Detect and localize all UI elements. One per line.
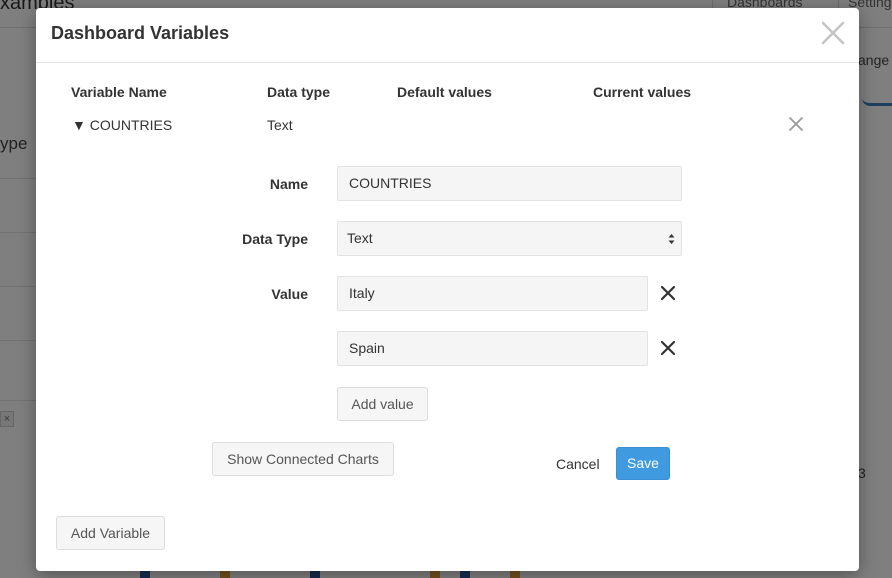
name-label: Name: [269, 176, 308, 192]
save-button[interactable]: Save: [616, 447, 670, 480]
value-input[interactable]: Spain: [337, 331, 648, 366]
column-header-default-values: Default values: [397, 84, 492, 100]
data-type-selected: Text: [347, 230, 373, 246]
column-header-variable-name: Variable Name: [71, 84, 167, 100]
column-header-current-values: Current values: [593, 84, 692, 100]
modal-title: Dashboard Variables: [51, 23, 230, 43]
modal-header: Dashboard Variables: [36, 8, 859, 63]
value-input[interactable]: Italy: [337, 276, 648, 311]
variable-toggle[interactable]: ▼ COUNTRIES: [72, 117, 172, 133]
show-connected-charts-button[interactable]: Show Connected Charts: [212, 442, 394, 476]
variable-name: COUNTRIES: [89, 117, 173, 133]
caret-down-icon: ▼: [72, 117, 86, 133]
name-input[interactable]: COUNTRIES: [337, 166, 682, 201]
close-icon[interactable]: [820, 20, 846, 46]
add-variable-button[interactable]: Add Variable: [56, 516, 165, 550]
data-type-label: Data Type: [242, 231, 308, 247]
variable-data-type: Text: [267, 117, 293, 133]
data-type-select[interactable]: Text: [337, 221, 682, 256]
cancel-button[interactable]: Cancel: [556, 447, 600, 481]
value-label: Value: [271, 286, 308, 302]
select-arrows-icon: [668, 234, 675, 244]
remove-value-icon[interactable]: [659, 284, 677, 302]
dashboard-variables-dialog: Dashboard Variables Variable Name Data t…: [36, 8, 859, 571]
column-header-data-type: Data type: [267, 84, 331, 100]
remove-variable-icon[interactable]: [788, 116, 804, 132]
remove-value-icon[interactable]: [659, 339, 677, 357]
add-value-button[interactable]: Add value: [337, 387, 428, 421]
